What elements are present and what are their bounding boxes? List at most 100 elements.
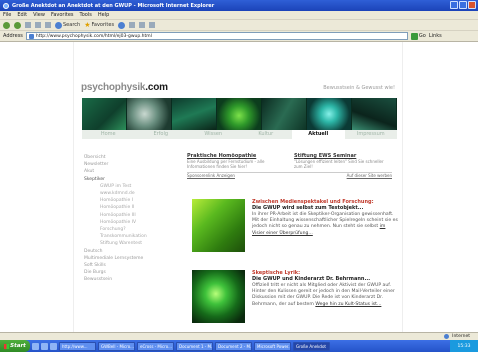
sidebar-menu: Übersicht Newsletter Akut Skeptiker GWUP im …	[84, 154, 179, 284]
article-text: Offiziell tritt er nicht als Mitglied od…	[252, 283, 398, 308]
sidebar-item[interactable]: GWUP im Test	[84, 183, 179, 190]
favorites-button[interactable]: ★ Favorites	[84, 21, 114, 29]
links-label[interactable]: Links	[429, 33, 442, 39]
start-label: Start	[10, 343, 26, 349]
taskbar-task[interactable]: Microsoft Power...	[254, 341, 291, 351]
media-icon	[118, 21, 126, 29]
sidebar-item[interactable]: Die Burgs	[84, 269, 179, 276]
refresh-button[interactable]	[35, 22, 41, 28]
promo-box[interactable]: Praktische Homöopathie Eine Ausbildung p…	[187, 153, 285, 169]
taskbar-task[interactable]: http://www...	[59, 341, 96, 351]
sidebar-item[interactable]: Newsletter	[84, 161, 179, 168]
sidebar-item[interactable]: Homöopathie I	[84, 197, 179, 204]
site-logo[interactable]: psychophysik.com	[81, 82, 168, 93]
address-label: Address	[3, 33, 23, 39]
sidebar-item[interactable]: Stiftung Warentest	[84, 240, 179, 247]
site-tagline: Bewusstsein & Gewusst wie!	[323, 85, 395, 91]
menu-view[interactable]: View	[33, 12, 45, 18]
quicklaunch-icon[interactable]	[32, 342, 39, 350]
forward-arrow-icon	[14, 21, 21, 29]
taskbar-task[interactable]: Document 2 - M...	[215, 341, 252, 351]
menu-edit[interactable]: Edit	[17, 12, 27, 18]
windows-logo-icon	[4, 343, 10, 349]
main-navigation: Home Erfolg Wissen Kultur Aktuell Impressum	[82, 130, 397, 139]
menubar: File Edit View Favorites Tools Help	[0, 11, 478, 20]
article-image[interactable]	[192, 270, 245, 323]
promo-text: "Lösungen effizient leiten" Sind Sie sch…	[294, 159, 384, 169]
advertise-link[interactable]: Auf dieser Site werben	[347, 173, 392, 178]
window-controls	[450, 1, 476, 9]
sidebar-item[interactable]: Transkommunikation	[84, 233, 179, 240]
menu-tools[interactable]: Tools	[80, 12, 92, 18]
nav-item-aktuell[interactable]: Aktuell	[292, 130, 345, 139]
promo-footer: Sponsorenlink Anzeigen Auf dieser Site w…	[187, 172, 392, 178]
sidebar-item[interactable]: Forschung?	[84, 226, 179, 233]
taskbar-task[interactable]: Document 1 - M...	[176, 341, 213, 351]
history-button[interactable]	[129, 22, 136, 28]
article-link[interactable]: Wege hin zu Kult-Status ist...	[315, 302, 381, 307]
article-text-body: In ihrer PR-Arbeit ist die Skeptiker-Org…	[252, 212, 398, 230]
window-title: Große Anektdot an Anektdot at den GWUP -…	[12, 2, 215, 9]
history-icon	[129, 22, 136, 28]
status-zone: Internet	[452, 334, 470, 339]
banner-image	[307, 98, 352, 130]
nav-item-home[interactable]: Home	[82, 130, 135, 139]
article-title[interactable]: Die GWUP und Kinderarzt Dr. Behrmann...	[252, 276, 398, 282]
address-bar: Address http://www.psychophysik.com/html…	[0, 31, 478, 42]
search-button[interactable]: Search	[55, 21, 80, 29]
promo-text: Eine Ausbildung per Fernstudium - alle I…	[187, 159, 265, 169]
sidebar-item[interactable]: Akut	[84, 168, 179, 175]
banner-image	[217, 98, 262, 130]
nav-item-impressum[interactable]: Impressum	[345, 130, 398, 139]
nav-item-wissen[interactable]: Wissen	[187, 130, 240, 139]
refresh-icon	[35, 22, 41, 28]
nav-item-kultur[interactable]: Kultur	[240, 130, 293, 139]
address-input[interactable]: http://www.psychophysik.com/html/ej03-gw…	[25, 32, 408, 40]
sidebar-item[interactable]: Deutsch	[84, 248, 179, 255]
sidebar-item[interactable]: Homöopathie III	[84, 212, 179, 219]
promo-box[interactable]: Stiftung EWS Seminar "Lösungen effizient…	[294, 153, 392, 169]
sidebar-item[interactable]: Soft Skills	[84, 262, 179, 269]
system-tray-clock: 15:33	[450, 340, 478, 352]
minimize-button[interactable]	[450, 1, 458, 9]
close-button[interactable]	[468, 1, 476, 9]
taskbar-task[interactable]: Große Anekdot	[293, 341, 330, 351]
media-button[interactable]	[118, 21, 126, 29]
web-page: psychophysik.com Bewusstsein & Gewusst w…	[73, 42, 403, 339]
menu-file[interactable]: File	[3, 12, 11, 18]
browser-viewport: psychophysik.com Bewusstsein & Gewusst w…	[0, 42, 478, 339]
print-button[interactable]	[149, 22, 156, 28]
sidebar-item[interactable]: Homöopathie II	[84, 204, 179, 211]
taskbar-task[interactable]: GWBell - Micro...	[98, 341, 135, 351]
stop-button[interactable]	[25, 22, 31, 28]
quicklaunch-icon[interactable]	[50, 342, 57, 350]
sponsor-link[interactable]: Sponsorenlink Anzeigen	[187, 173, 235, 178]
mail-button[interactable]	[139, 22, 146, 28]
taskbar-task[interactable]: eCross - Micro...	[137, 341, 174, 351]
window-titlebar: Große Anektdot an Anektdot at den GWUP -…	[0, 0, 478, 11]
go-label: Go	[418, 33, 426, 39]
go-button[interactable]: Go	[410, 32, 426, 40]
nav-item-erfolg[interactable]: Erfolg	[135, 130, 188, 139]
sidebar-item[interactable]: Bewusstsein	[84, 276, 179, 283]
sponsored-links: Praktische Homöopathie Eine Ausbildung p…	[187, 153, 392, 180]
sidebar-item[interactable]: www.kdmnd.de	[84, 190, 179, 197]
menu-help[interactable]: Help	[98, 12, 109, 18]
stop-icon	[25, 22, 31, 28]
quicklaunch-icon[interactable]	[41, 342, 48, 350]
sidebar-item[interactable]: Skeptiker	[84, 176, 179, 183]
start-button[interactable]: Start	[0, 340, 30, 352]
sidebar-item[interactable]: Multimediale Lernsysteme	[84, 255, 179, 262]
sidebar-item[interactable]: Übersicht	[84, 154, 179, 161]
header-banner	[82, 98, 397, 130]
home-button[interactable]	[45, 22, 51, 28]
back-button[interactable]	[3, 21, 10, 29]
menu-favorites[interactable]: Favorites	[51, 12, 74, 18]
article-image[interactable]	[192, 199, 245, 252]
taskbar: Start http://www... GWBell - Micro... eCro…	[0, 340, 478, 352]
ie-icon	[3, 2, 9, 9]
forward-button[interactable]	[14, 21, 21, 29]
article-title[interactable]: Die GWUP wird selbst zum Testobjekt...	[252, 205, 398, 211]
sidebar-item[interactable]: Homöopathie IV	[84, 219, 179, 226]
maximize-button[interactable]	[459, 1, 467, 9]
